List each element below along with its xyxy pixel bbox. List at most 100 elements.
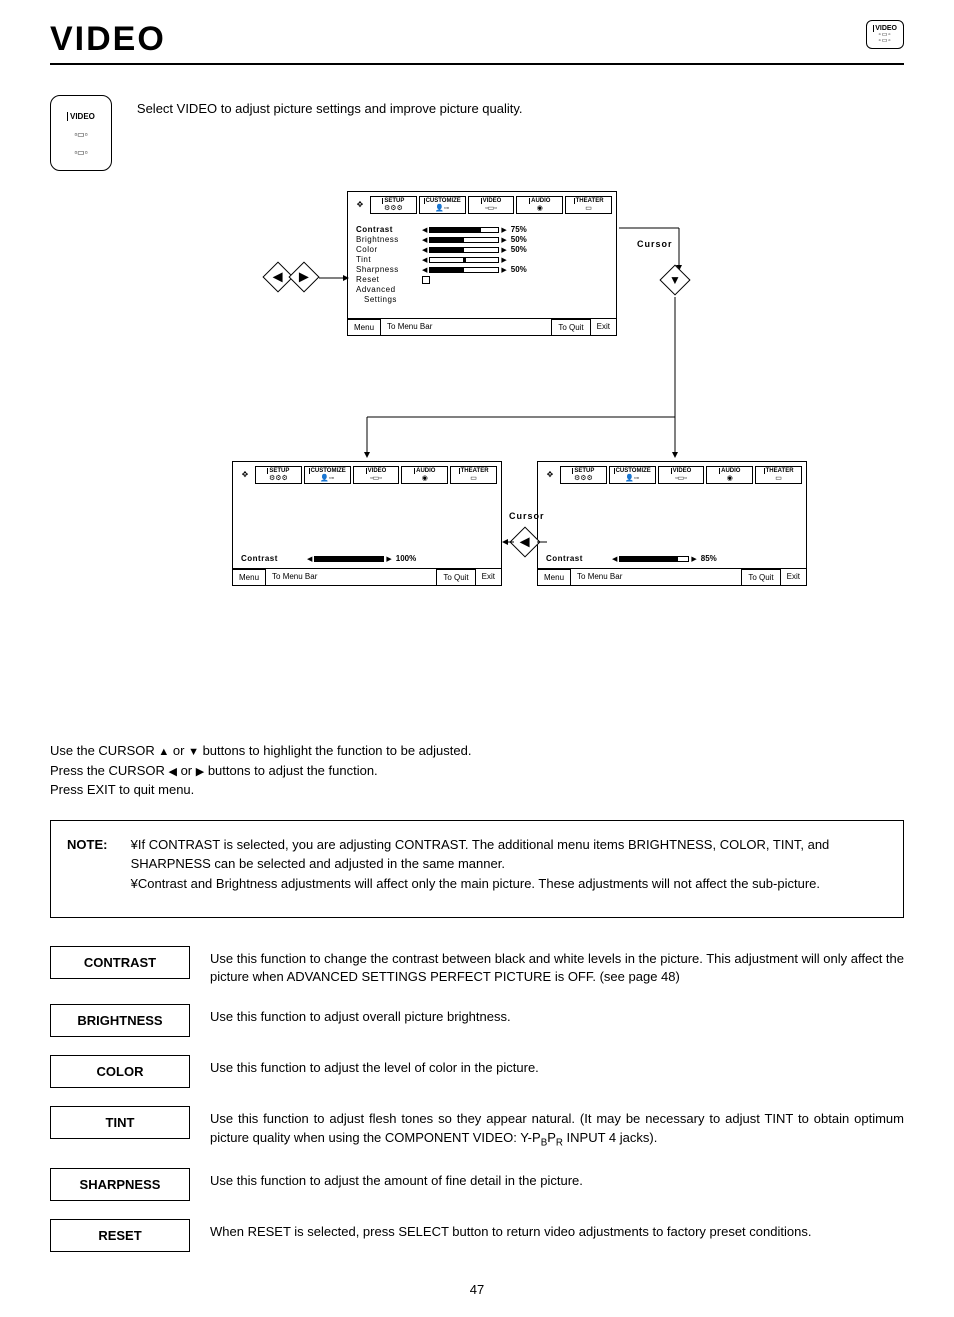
crosshair-icon: ✥	[352, 196, 368, 212]
exit-text: Exit	[591, 319, 616, 335]
left-triangle-icon: ◀	[422, 256, 427, 264]
osd-row: Sharpness ◀ ▶ 50%	[356, 265, 608, 274]
osd-row: Advanced	[356, 285, 608, 294]
function-text: When RESET is selected, press SELECT but…	[210, 1219, 904, 1241]
intro-video-icon: VIDEO ▫▭▫ ▫▭▫	[50, 95, 112, 171]
function-text: Use this function to adjust the level of…	[210, 1055, 904, 1077]
osd-row: Settings	[356, 295, 608, 304]
function-text: Use this function to adjust overall pict…	[210, 1004, 904, 1026]
osd-main: ✥ SETUP⚙⚙⚙ CUSTOMIZE👤▫▫ VIDEO▫▭▫ AUDIO◉ …	[347, 191, 617, 336]
tab-customize: CUSTOMIZE👤▫▫	[419, 196, 466, 214]
tab-video: VIDEO▫▭▫	[468, 196, 515, 214]
function-text: Use this function to change the contrast…	[210, 946, 904, 986]
function-label: COLOR	[50, 1055, 190, 1088]
slider	[429, 227, 499, 233]
function-label: CONTRAST	[50, 946, 190, 979]
note-body: ¥If CONTRAST is selected, you are adjust…	[131, 835, 881, 894]
right-triangle-icon: ▶	[501, 246, 506, 254]
crosshair-icon: ✥	[542, 466, 558, 482]
tab-theater: THEATER▭	[565, 196, 612, 214]
cursor-label-1: Cursor	[637, 239, 673, 249]
osd-row: Brightness ◀ ▶ 50%	[356, 235, 608, 244]
menu-text: To Menu Bar	[381, 319, 438, 335]
down-triangle-icon: ▼	[188, 746, 199, 758]
left-triangle-icon: ◀	[422, 226, 427, 234]
function-row: TINT Use this function to adjust flesh to…	[50, 1106, 904, 1149]
function-row: COLOR Use this function to adjust the lev…	[50, 1055, 904, 1088]
function-row: BRIGHTNESS Use this function to adjust ov…	[50, 1004, 904, 1037]
intro-text: Select VIDEO to adjust picture settings …	[137, 101, 523, 116]
intro-row: VIDEO ▫▭▫ ▫▭▫ Select VIDEO to adjust pic…	[50, 95, 904, 171]
video-icon-label: VIDEO	[873, 25, 897, 32]
left-triangle-icon: ◀	[422, 266, 427, 274]
function-label: SHARPNESS	[50, 1168, 190, 1201]
osd-left: ✥ SETUP⚙⚙⚙ CUSTOMIZE👤▫▫ VIDEO▫▭▫ AUDIO◉ …	[232, 461, 502, 586]
quit-text: To Quit	[551, 319, 590, 335]
slider	[429, 267, 499, 273]
right-triangle-icon: ▶	[501, 266, 506, 274]
video-icon: VIDEO ▫▭▫ ▫▭▫	[866, 20, 904, 49]
osd-row-label: Sharpness	[356, 265, 418, 274]
function-row: SHARPNESS Use this function to adjust the…	[50, 1168, 904, 1201]
right-triangle-icon: ▶	[501, 226, 506, 234]
slider-value: 75%	[511, 225, 527, 234]
contrast-label-right: Contrast	[546, 554, 608, 563]
osd-row-label: Reset	[356, 275, 418, 284]
osd-row-label: Settings	[356, 295, 418, 304]
function-text: Use this function to adjust the amount o…	[210, 1168, 904, 1190]
function-row: RESET When RESET is selected, press SELEC…	[50, 1219, 904, 1252]
right-triangle-icon: ▶	[501, 236, 506, 244]
osd-row: Contrast ◀ ▶ 75%	[356, 225, 608, 234]
slider	[429, 257, 499, 263]
right-triangle-icon: ▶	[501, 256, 506, 264]
osd-row-label: Color	[356, 245, 418, 254]
function-label: RESET	[50, 1219, 190, 1252]
menu-button: Menu	[348, 319, 381, 335]
left-triangle-icon: ◀	[422, 236, 427, 244]
note-label: NOTE:	[67, 835, 127, 855]
page-number: 47	[50, 1282, 904, 1297]
slider	[429, 237, 499, 243]
function-text: Use this function to adjust flesh tones …	[210, 1106, 904, 1149]
cursor-left-icon: ◀	[509, 526, 540, 557]
osd-row-label: Brightness	[356, 235, 418, 244]
tab-setup: SETUP⚙⚙⚙	[370, 196, 417, 214]
crosshair-icon: ✥	[237, 466, 253, 482]
instructions: Use the CURSOR ▲ or ▼ buttons to highlig…	[50, 741, 904, 800]
cursor-down-icon: ▼	[659, 264, 690, 295]
osd-row: Reset	[356, 275, 608, 284]
slider	[429, 247, 499, 253]
note-box: NOTE: ¥If CONTRAST is selected, you are …	[50, 820, 904, 919]
contrast-val-right: 85%	[701, 554, 717, 563]
osd-row: Color ◀ ▶ 50%	[356, 245, 608, 254]
cursor-left-right-buttons: ◀ ▶	[267, 266, 315, 288]
function-label: TINT	[50, 1106, 190, 1139]
left-triangle-icon: ◀	[168, 766, 176, 778]
cursor-down-button: ▼	[664, 269, 686, 291]
osd-row-label: Advanced	[356, 285, 418, 294]
osd-tabs: ✥ SETUP⚙⚙⚙ CUSTOMIZE👤▫▫ VIDEO▫▭▫ AUDIO◉ …	[348, 192, 616, 218]
slider-value: 50%	[511, 265, 527, 274]
cursor-right-icon: ▶	[288, 261, 319, 292]
slider-value: 50%	[511, 245, 527, 254]
osd-diagram: ✥ SETUP⚙⚙⚙ CUSTOMIZE👤▫▫ VIDEO▫▭▫ AUDIO◉ …	[137, 191, 817, 711]
tab-audio: AUDIO◉	[516, 196, 563, 214]
contrast-val-left: 100%	[396, 554, 416, 563]
right-triangle-icon: ▶	[196, 766, 204, 778]
osd-row: Tint◀▶	[356, 255, 608, 264]
function-label: BRIGHTNESS	[50, 1004, 190, 1037]
slider-value: 50%	[511, 235, 527, 244]
function-row: CONTRAST Use this function to change the …	[50, 946, 904, 986]
left-triangle-icon: ◀	[422, 246, 427, 254]
page-header: VIDEO VIDEO ▫▭▫ ▫▭▫	[50, 20, 904, 65]
contrast-label-left: Contrast	[241, 554, 303, 563]
osd-right: ✥ SETUP⚙⚙⚙ CUSTOMIZE👤▫▫ VIDEO▫▭▫ AUDIO◉ …	[537, 461, 807, 586]
cursor-left-button: ◀	[514, 531, 536, 553]
page-title: VIDEO	[50, 20, 166, 59]
osd-row-label: Contrast	[356, 225, 418, 234]
osd-footer: Menu To Menu Bar To Quit Exit	[348, 318, 616, 335]
up-triangle-icon: ▲	[158, 746, 169, 758]
cursor-label-2: Cursor	[509, 511, 545, 521]
intro-icon-label: VIDEO	[67, 112, 95, 121]
checkbox-icon	[422, 276, 430, 284]
